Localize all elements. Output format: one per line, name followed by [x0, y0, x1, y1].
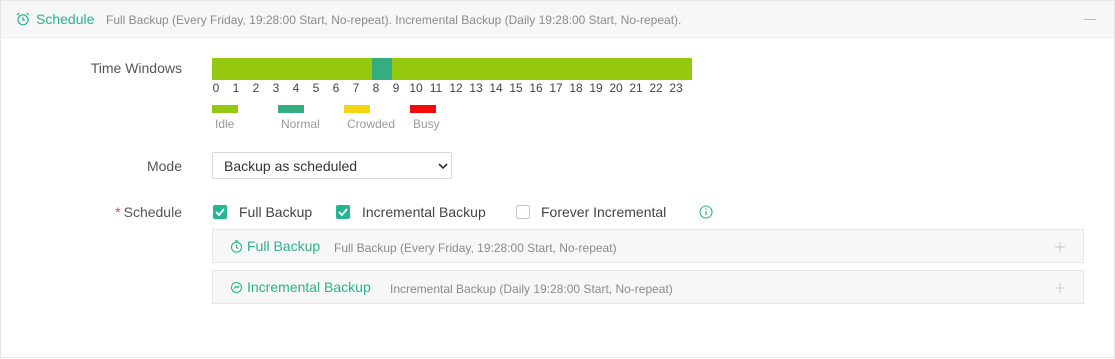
mode-select-value: Backup as scheduled [224, 158, 358, 174]
time-window-hour-label: 23 [669, 81, 683, 95]
timer-icon [230, 240, 243, 253]
time-window-hour-segment[interactable] [612, 58, 632, 80]
time-window-hour-segment[interactable] [212, 58, 232, 80]
time-window-hour-segment[interactable] [492, 58, 512, 80]
legend-label-normal: Normal [281, 117, 320, 131]
info-circle-icon[interactable] [699, 205, 713, 219]
time-window-hour-segment[interactable] [252, 58, 272, 80]
time-window-hour-segment[interactable] [652, 58, 672, 80]
full-backup-checkbox-label[interactable]: Full Backup [239, 204, 312, 220]
collapse-icon[interactable] [1084, 19, 1096, 20]
time-window-hour-label: 17 [549, 81, 563, 95]
time-window-hour-segment[interactable] [392, 58, 412, 80]
full-backup-panel[interactable]: Full Backup Full Backup (Every Friday, 1… [212, 229, 1084, 263]
schedule-header-summary: Full Backup (Every Friday, 19:28:00 Star… [106, 13, 682, 27]
time-window-hour-label: 9 [392, 81, 400, 95]
cycle-icon [230, 281, 243, 294]
check-icon [338, 208, 348, 217]
incremental-backup-checkbox-label[interactable]: Incremental Backup [362, 204, 486, 220]
time-windows-bar[interactable] [212, 58, 692, 80]
time-window-hour-segment[interactable] [672, 58, 692, 80]
time-window-hour-label: 4 [292, 81, 300, 95]
time-window-hour-segment[interactable] [272, 58, 292, 80]
legend-swatch-normal [278, 105, 304, 113]
time-windows-hour-labels: 0 1 2 3 4 5 6 7 8 9 10 11 12 13 14 15 16 17 18 19 20 21 22 23 [212, 81, 692, 95]
time-window-hour-label: 3 [272, 81, 280, 95]
time-windows-label: Time Windows [90, 60, 182, 76]
time-window-hour-label: 8 [372, 81, 380, 95]
mode-select[interactable]: Backup as scheduled [212, 152, 452, 179]
time-window-hour-label: 11 [429, 81, 443, 95]
time-window-hour-segment[interactable] [452, 58, 472, 80]
full-backup-panel-description: Full Backup (Every Friday, 19:28:00 Star… [334, 241, 617, 255]
time-window-hour-segment[interactable] [532, 58, 552, 80]
time-window-hour-label: 14 [489, 81, 503, 95]
time-window-hour-segment[interactable] [332, 58, 352, 80]
time-window-hour-segment[interactable] [572, 58, 592, 80]
incremental-backup-panel[interactable]: Incremental Backup Incremental Backup (D… [212, 270, 1084, 304]
time-window-hour-label: 5 [312, 81, 320, 95]
time-window-hour-segment[interactable] [552, 58, 572, 80]
incremental-backup-panel-title: Incremental Backup [247, 279, 371, 295]
time-window-hour-label: 12 [449, 81, 463, 95]
time-window-hour-label: 18 [569, 81, 583, 95]
time-window-hour-segment[interactable] [512, 58, 532, 80]
time-window-hour-segment[interactable] [312, 58, 332, 80]
time-window-hour-segment[interactable] [592, 58, 612, 80]
time-window-hour-label: 19 [589, 81, 603, 95]
time-window-hour-label: 6 [332, 81, 340, 95]
schedule-panel-header[interactable]: Schedule Full Backup (Every Friday, 19:2… [1, 1, 1114, 38]
time-window-hour-segment[interactable] [472, 58, 492, 80]
schedule-header-title: Schedule [36, 11, 95, 27]
time-window-hour-label: 0 [212, 81, 220, 95]
time-window-hour-label: 7 [352, 81, 360, 95]
full-backup-checkbox[interactable] [213, 205, 227, 219]
alarm-clock-icon [16, 12, 30, 26]
expand-plus-icon[interactable] [1055, 283, 1065, 293]
forever-incremental-checkbox-label[interactable]: Forever Incremental [541, 204, 666, 220]
time-window-hour-segment[interactable] [412, 58, 432, 80]
schedule-label: * Schedule [61, 204, 182, 220]
time-window-hour-segment[interactable] [232, 58, 252, 80]
schedule-panel: Schedule Full Backup (Every Friday, 19:2… [0, 0, 1115, 358]
legend-label-busy: Busy [413, 117, 440, 131]
legend-swatch-busy [410, 105, 436, 113]
time-window-hour-label: 2 [252, 81, 260, 95]
time-window-hour-segment[interactable] [632, 58, 652, 80]
time-window-hour-label: 13 [469, 81, 483, 95]
time-window-hour-label: 10 [409, 81, 423, 95]
forever-incremental-checkbox[interactable] [516, 205, 530, 219]
legend-swatch-idle [212, 105, 238, 113]
legend-label-idle: Idle [215, 117, 235, 131]
time-window-hour-label: 22 [649, 81, 663, 95]
incremental-backup-checkbox[interactable] [336, 205, 350, 219]
schedule-label-text: Schedule [123, 204, 182, 220]
mode-label: Mode [146, 158, 182, 174]
required-asterisk: * [115, 204, 121, 220]
time-window-hour-label: 21 [629, 81, 643, 95]
check-icon [215, 208, 225, 217]
time-window-hour-segment[interactable] [372, 58, 392, 80]
time-window-hour-label: 20 [609, 81, 623, 95]
legend-swatch-crowded [344, 105, 370, 113]
full-backup-panel-title: Full Backup [247, 238, 321, 254]
time-window-hour-segment[interactable] [292, 58, 312, 80]
chevron-down-icon [438, 163, 448, 170]
legend-label-crowded: Crowded [347, 117, 396, 131]
expand-plus-icon[interactable] [1055, 242, 1065, 252]
time-window-hour-segment[interactable] [352, 58, 372, 80]
time-window-hour-segment[interactable] [432, 58, 452, 80]
time-window-hour-label: 15 [509, 81, 523, 95]
incremental-backup-panel-description: Incremental Backup (Daily 19:28:00 Start… [390, 282, 673, 296]
time-window-hour-label: 16 [529, 81, 543, 95]
time-window-hour-label: 1 [232, 81, 240, 95]
